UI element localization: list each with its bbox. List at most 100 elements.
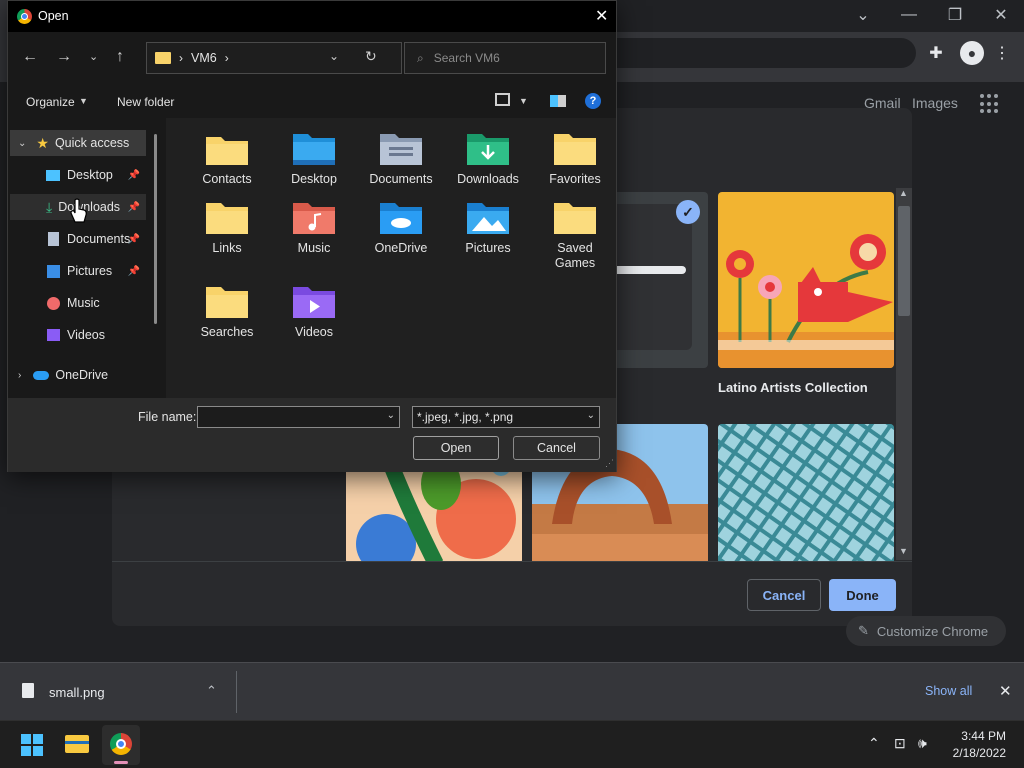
restore-icon[interactable]: ❐: [932, 0, 978, 30]
scroll-up-icon[interactable]: ▲: [899, 188, 908, 198]
file-explorer-icon[interactable]: [65, 735, 89, 753]
filename-dropdown-icon[interactable]: ⌄: [387, 410, 395, 421]
nav-label: Downloads: [58, 200, 121, 214]
nav-pictures[interactable]: Pictures 📌: [10, 258, 146, 284]
tab-search-icon[interactable]: ⌄: [840, 0, 886, 30]
expand-chevron-icon[interactable]: ⌄: [18, 138, 26, 149]
file-item-links[interactable]: Links: [187, 201, 267, 256]
nav-videos[interactable]: Videos: [10, 322, 146, 348]
tray-chevron-icon[interactable]: ⌃: [868, 735, 880, 752]
dialog-close-icon[interactable]: ✕: [595, 6, 608, 26]
download-icon: ⤓: [46, 198, 53, 215]
file-item-saved-games[interactable]: Saved Games: [535, 201, 615, 271]
folder-icon: [206, 287, 248, 318]
breadcrumb-separator-icon[interactable]: ›: [225, 51, 229, 65]
cancel-button[interactable]: Cancel: [513, 436, 600, 460]
customize-done-button[interactable]: Done: [829, 579, 896, 611]
breadcrumb-vm6[interactable]: VM6: [191, 51, 217, 65]
pencil-icon: ✎: [858, 623, 869, 638]
view-options-icon[interactable]: [495, 93, 510, 106]
view-chevron-icon[interactable]: ▼: [519, 96, 528, 106]
open-file-dialog: Open ✕ ← → ⌄ ↑ › VM6 › ⌄ ↻ ⌕ Search VM6 …: [7, 0, 617, 472]
preview-pane-icon[interactable]: [550, 95, 566, 107]
file-item-pictures[interactable]: Pictures: [448, 201, 528, 256]
star-icon: ★: [36, 134, 49, 151]
download-menu-chevron-icon[interactable]: ⌃: [206, 683, 217, 699]
onedrive-folder-icon: [380, 203, 422, 234]
tile-glass[interactable]: [718, 424, 894, 562]
pin-icon: 📌: [127, 233, 140, 245]
file-item-onedrive[interactable]: OneDrive: [361, 201, 441, 256]
apps-grid-icon[interactable]: [980, 94, 1000, 114]
pin-icon: 📌: [127, 169, 140, 181]
file-item-searches[interactable]: Searches: [187, 285, 267, 340]
download-filename[interactable]: small.png: [49, 685, 105, 700]
clock-date[interactable]: 2/18/2022: [950, 746, 1006, 760]
nav-documents[interactable]: Documents 📌: [10, 226, 146, 252]
desktop-folder-icon: [293, 134, 335, 165]
dialog-titlebar[interactable]: Open ✕: [8, 1, 616, 32]
clock-time[interactable]: 3:44 PM: [960, 729, 1006, 743]
folder-small-icon: [155, 52, 171, 64]
customize-cancel-button[interactable]: Cancel: [747, 579, 821, 611]
navigation-pane: ⌄ ★ Quick access Desktop 📌 ⤓ Downloads 📌…: [8, 118, 166, 398]
file-item-favorites[interactable]: Favorites: [535, 132, 615, 187]
back-arrow-icon[interactable]: ←: [22, 48, 38, 66]
expand-chevron-icon[interactable]: ›: [18, 370, 21, 381]
file-type-dropdown-icon[interactable]: ⌄: [587, 410, 595, 421]
chrome-menu-icon[interactable]: ⋮: [988, 39, 1016, 67]
show-all-link[interactable]: Show all: [925, 684, 972, 698]
help-icon[interactable]: ?: [585, 93, 601, 109]
up-arrow-icon[interactable]: ↑: [116, 48, 124, 66]
nav-onedrive[interactable]: › OneDrive: [10, 362, 146, 388]
customize-chrome-chip[interactable]: ✎ Customize Chrome: [846, 616, 1006, 646]
nav-music[interactable]: Music: [10, 290, 146, 316]
forward-arrow-icon[interactable]: →: [56, 48, 72, 66]
organize-chevron-icon[interactable]: ▼: [79, 96, 88, 106]
refresh-icon[interactable]: ↻: [365, 48, 377, 65]
file-type-select[interactable]: *.jpeg, *.jpg, *.png ⌄: [412, 406, 600, 428]
omnibox[interactable]: [616, 38, 916, 68]
file-item-documents[interactable]: Documents: [361, 132, 441, 187]
windows-start-icon[interactable]: [21, 734, 43, 756]
gallery-scrollbar-thumb[interactable]: [898, 206, 910, 316]
recent-locations-chevron-icon[interactable]: ⌄: [89, 50, 98, 63]
resize-grip-icon[interactable]: ⋰: [605, 458, 614, 469]
chrome-taskbar-button[interactable]: [102, 725, 140, 765]
address-bar[interactable]: › VM6 › ⌄ ↻: [146, 42, 402, 74]
extensions-icon[interactable]: ✚: [922, 39, 950, 67]
open-button[interactable]: Open: [413, 436, 499, 460]
file-item-desktop[interactable]: Desktop: [274, 132, 354, 187]
organize-menu[interactable]: Organize: [26, 95, 75, 109]
images-link[interactable]: Images: [912, 95, 958, 111]
file-item-videos[interactable]: Videos: [274, 285, 354, 340]
file-item-contacts[interactable]: Contacts: [187, 132, 267, 187]
new-folder-button[interactable]: New folder: [117, 95, 174, 109]
tile-caption-latino: Latino Artists Collection: [718, 380, 868, 395]
folder-icon: [206, 203, 248, 234]
file-type-value: *.jpeg, *.jpg, *.png: [417, 410, 514, 424]
address-row: ← → ⌄ ↑ › VM6 › ⌄ ↻ ⌕ Search VM6: [8, 32, 616, 86]
minimize-icon[interactable]: —: [886, 0, 932, 30]
downloads-shelf: small.png ⌃ Show all ✕: [0, 662, 1024, 720]
search-icon: ⌕: [417, 50, 424, 65]
tile-latino-artists[interactable]: [718, 192, 894, 368]
nav-label: Quick access: [54, 136, 130, 150]
nav-desktop[interactable]: Desktop 📌: [10, 162, 146, 188]
nav-scrollbar[interactable]: [154, 134, 157, 324]
close-window-icon[interactable]: ✕: [978, 0, 1024, 30]
profile-avatar-icon[interactable]: ●: [960, 41, 984, 65]
close-shelf-icon[interactable]: ✕: [999, 682, 1012, 700]
search-input[interactable]: ⌕ Search VM6: [404, 42, 606, 74]
nav-quick-access[interactable]: ⌄ ★ Quick access: [10, 130, 146, 156]
file-item-downloads[interactable]: Downloads: [448, 132, 528, 187]
network-icon[interactable]: ⊡: [894, 735, 906, 752]
downloads-folder-icon: [467, 134, 509, 165]
filename-input[interactable]: ⌄: [197, 406, 400, 428]
music-folder-icon: [293, 203, 335, 234]
address-dropdown-icon[interactable]: ⌄: [329, 49, 339, 63]
scroll-down-icon[interactable]: ▼: [899, 546, 908, 556]
documents-folder-icon: [380, 134, 422, 165]
file-item-music[interactable]: Music: [274, 201, 354, 256]
volume-icon[interactable]: 🕪: [918, 735, 927, 752]
